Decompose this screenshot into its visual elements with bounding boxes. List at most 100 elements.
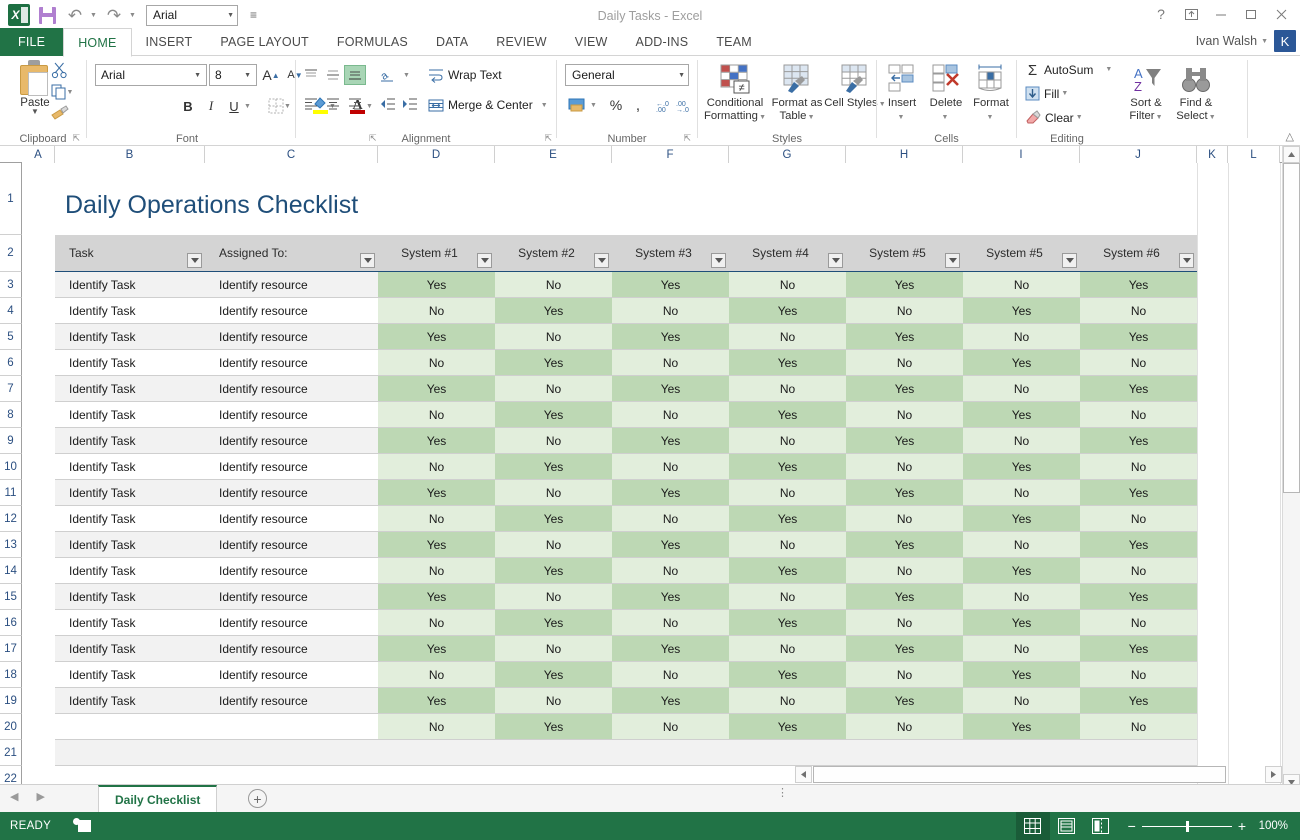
underline-dropdown-icon[interactable]: ▼ xyxy=(243,95,254,117)
tab-home[interactable]: HOME xyxy=(63,28,131,57)
cell-system-status[interactable]: Yes xyxy=(846,688,963,714)
cell-system-status[interactable]: Yes xyxy=(1080,272,1197,298)
chevron-down-icon[interactable]: ▼ xyxy=(66,82,76,102)
cell-task[interactable]: Identify Task xyxy=(55,506,205,532)
cell-system-status[interactable]: No xyxy=(729,480,846,506)
filter-dropdown-icon[interactable] xyxy=(594,253,609,268)
cell-resource[interactable] xyxy=(205,714,378,740)
cell-task[interactable]: Identify Task xyxy=(55,298,205,324)
zoom-track[interactable] xyxy=(1142,826,1232,827)
cell-system-status[interactable]: Yes xyxy=(729,662,846,688)
cell-resource[interactable]: Identify resource xyxy=(205,558,378,584)
avatar[interactable]: K xyxy=(1274,30,1296,52)
column-header-H[interactable]: H xyxy=(846,146,963,163)
chevron-down-icon[interactable]: ▼ xyxy=(898,114,905,121)
align-right-icon[interactable] xyxy=(344,94,366,114)
cell-system-status[interactable]: Yes xyxy=(612,272,729,298)
column-header-K[interactable]: K xyxy=(1197,146,1228,163)
cell-resource[interactable]: Identify resource xyxy=(205,298,378,324)
row-header-4[interactable]: 4 xyxy=(0,298,22,324)
undo-dropdown-icon[interactable]: ▼ xyxy=(90,3,99,27)
cell-task[interactable]: Identify Task xyxy=(55,610,205,636)
filter-dropdown-icon[interactable] xyxy=(360,253,375,268)
cell-system-status[interactable]: No xyxy=(378,558,495,584)
previous-sheet-icon[interactable]: ◀ xyxy=(10,790,18,803)
cell-system-status[interactable]: No xyxy=(729,636,846,662)
page-layout-view-icon[interactable] xyxy=(1050,812,1084,840)
column-header-I[interactable]: I xyxy=(963,146,1080,163)
cell-system-status[interactable]: Yes xyxy=(963,402,1080,428)
vertical-scroll-thumb[interactable] xyxy=(1283,163,1300,493)
cell-system-status[interactable]: Yes xyxy=(378,480,495,506)
cell-task[interactable]: Identify Task xyxy=(55,454,205,480)
delete-cells-button[interactable]: Delete▼ xyxy=(923,59,969,129)
column-header-J[interactable]: J xyxy=(1080,146,1197,163)
cell-resource[interactable]: Identify resource xyxy=(205,480,378,506)
row-header-13[interactable]: 13 xyxy=(0,532,22,558)
record-macro-icon[interactable] xyxy=(73,818,91,834)
row-header-10[interactable]: 10 xyxy=(0,454,22,480)
cell-resource[interactable]: Identify resource xyxy=(205,350,378,376)
cell-system-status[interactable]: Yes xyxy=(378,428,495,454)
cell-task[interactable]: Identify Task xyxy=(55,584,205,610)
tab-view[interactable]: VIEW xyxy=(561,28,622,56)
cell-system-status[interactable]: Yes xyxy=(495,558,612,584)
cell-task[interactable]: Identify Task xyxy=(55,636,205,662)
column-header-C[interactable]: C xyxy=(205,146,378,163)
conditional-formatting-button[interactable]: ≠ Conditional Formatting ▼ xyxy=(702,59,768,129)
cell-system-status[interactable]: No xyxy=(378,298,495,324)
merge-center-button[interactable]: Merge & Center ▼ xyxy=(428,94,548,116)
column-header-L[interactable]: L xyxy=(1228,146,1280,163)
filter-dropdown-icon[interactable] xyxy=(945,253,960,268)
cell-system-status[interactable]: No xyxy=(378,454,495,480)
scroll-up-icon[interactable] xyxy=(1283,146,1300,163)
row-header-18[interactable]: 18 xyxy=(0,662,22,688)
cell-system-status[interactable]: No xyxy=(378,350,495,376)
cell-system-status[interactable]: Yes xyxy=(612,636,729,662)
cell-system-status[interactable]: No xyxy=(495,376,612,402)
cell-system-status[interactable]: No xyxy=(846,454,963,480)
cell-system-status[interactable]: Yes xyxy=(846,532,963,558)
cell-system-status[interactable]: No xyxy=(612,454,729,480)
cell-system-status[interactable]: No xyxy=(378,714,495,740)
cell-system-status[interactable]: No xyxy=(963,480,1080,506)
cell-system-status[interactable]: No xyxy=(846,662,963,688)
orientation-dropdown-icon[interactable]: ▼ xyxy=(402,65,413,85)
row-header-3[interactable]: 3 xyxy=(0,272,22,298)
cell-system-status[interactable]: Yes xyxy=(378,324,495,350)
row-header-14[interactable]: 14 xyxy=(0,558,22,584)
cell-system-status[interactable]: No xyxy=(495,688,612,714)
number-format-combo[interactable]: General ▼ xyxy=(565,64,689,86)
cell-system-status[interactable]: Yes xyxy=(846,376,963,402)
cell-task[interactable] xyxy=(55,714,205,740)
accounting-dropdown-icon[interactable]: ▼ xyxy=(589,94,600,116)
cell-system-status[interactable]: No xyxy=(729,376,846,402)
cell-resource[interactable]: Identify resource xyxy=(205,506,378,532)
row-header-17[interactable]: 17 xyxy=(0,636,22,662)
cell-system-status[interactable]: Yes xyxy=(729,506,846,532)
cell-system-status[interactable]: No xyxy=(729,688,846,714)
cell-system-status[interactable]: No xyxy=(963,688,1080,714)
cell-system-status[interactable]: No xyxy=(846,298,963,324)
chevron-down-icon[interactable]: ▼ xyxy=(987,114,994,121)
horizontal-scrollbar[interactable] xyxy=(795,766,1282,784)
grow-font-button[interactable]: A▲ xyxy=(260,64,282,86)
clipboard-dialog-launcher[interactable]: ⇱ xyxy=(72,133,80,144)
cell-system-status[interactable]: Yes xyxy=(729,610,846,636)
chevron-down-icon[interactable]: ▼ xyxy=(1261,38,1268,45)
decrease-decimal-icon[interactable]: .00→.0 xyxy=(673,94,693,116)
zoom-thumb[interactable] xyxy=(1186,821,1189,832)
cell-system-status[interactable]: Yes xyxy=(612,584,729,610)
cell-system-status[interactable]: No xyxy=(495,324,612,350)
cell-task[interactable]: Identify Task xyxy=(55,272,205,298)
cell-system-status[interactable]: Yes xyxy=(1080,428,1197,454)
cell-system-status[interactable]: Yes xyxy=(378,532,495,558)
cell-system-status[interactable]: No xyxy=(612,662,729,688)
tab-add-ins[interactable]: ADD-INS xyxy=(622,28,703,56)
filter-dropdown-icon[interactable] xyxy=(187,253,202,268)
cell-system-status[interactable]: No xyxy=(729,532,846,558)
cell-system-status[interactable]: No xyxy=(963,376,1080,402)
cell-system-status[interactable]: No xyxy=(846,506,963,532)
cell-system-status[interactable]: No xyxy=(963,636,1080,662)
cell-system-status[interactable]: Yes xyxy=(846,584,963,610)
